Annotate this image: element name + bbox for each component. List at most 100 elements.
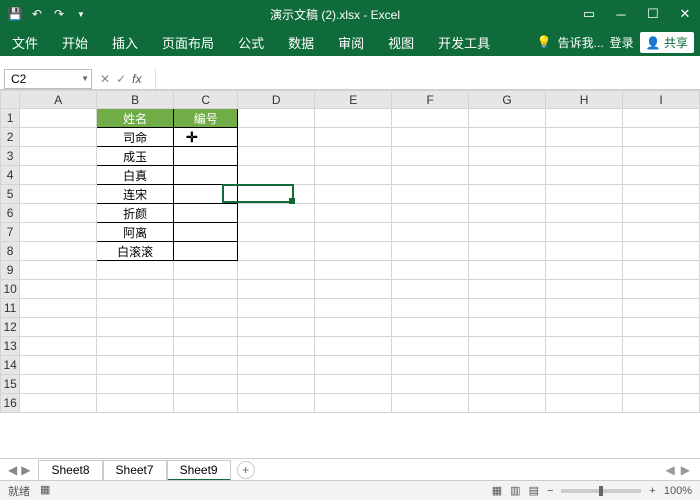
tab-insert[interactable]: 插入 xyxy=(100,28,150,56)
cell-B4[interactable]: 白真 xyxy=(97,166,174,185)
cell-I16[interactable] xyxy=(623,394,700,413)
cell-B14[interactable] xyxy=(97,356,174,375)
view-pagebreak-icon[interactable]: ▤ xyxy=(529,484,539,497)
cell-F11[interactable] xyxy=(392,299,469,318)
cell-F6[interactable] xyxy=(392,204,469,223)
cell-A6[interactable] xyxy=(20,204,97,223)
cell-I4[interactable] xyxy=(623,166,700,185)
cell-F8[interactable] xyxy=(392,242,469,261)
cell-H14[interactable] xyxy=(546,356,623,375)
tab-layout[interactable]: 页面布局 xyxy=(150,28,226,56)
cell-H7[interactable] xyxy=(546,223,623,242)
cell-I9[interactable] xyxy=(623,261,700,280)
hscroll-left-icon[interactable]: ◀ xyxy=(666,463,675,477)
cell-I1[interactable] xyxy=(623,109,700,128)
cell-E12[interactable] xyxy=(315,318,392,337)
cell-I13[interactable] xyxy=(623,337,700,356)
cell-C5[interactable] xyxy=(174,185,238,204)
row-header-11[interactable]: 11 xyxy=(1,299,20,318)
sheet-tab-sheet7[interactable]: Sheet7 xyxy=(103,460,167,481)
cell-A15[interactable] xyxy=(20,375,97,394)
col-header-E[interactable]: E xyxy=(315,91,392,109)
cell-F16[interactable] xyxy=(392,394,469,413)
row-header-14[interactable]: 14 xyxy=(1,356,20,375)
cell-E14[interactable] xyxy=(315,356,392,375)
cell-A16[interactable] xyxy=(20,394,97,413)
cell-C1[interactable]: 编号 xyxy=(174,109,238,128)
cell-A3[interactable] xyxy=(20,147,97,166)
add-sheet-button[interactable]: + xyxy=(237,461,255,479)
cell-I11[interactable] xyxy=(623,299,700,318)
cell-F2[interactable] xyxy=(392,128,469,147)
cell-C12[interactable] xyxy=(174,318,238,337)
cell-I3[interactable] xyxy=(623,147,700,166)
cell-C3[interactable] xyxy=(174,147,238,166)
cell-D4[interactable] xyxy=(238,166,315,185)
col-header-C[interactable]: C xyxy=(174,91,238,109)
cell-G14[interactable] xyxy=(469,356,546,375)
cell-D11[interactable] xyxy=(238,299,315,318)
cell-H1[interactable] xyxy=(546,109,623,128)
hscroll-right-icon[interactable]: ▶ xyxy=(681,463,690,477)
cell-A9[interactable] xyxy=(20,261,97,280)
col-header-I[interactable]: I xyxy=(623,91,700,109)
row-header-1[interactable]: 1 xyxy=(1,109,20,128)
macro-icon[interactable]: ▦ xyxy=(40,483,50,499)
cell-B5[interactable]: 连宋 xyxy=(97,185,174,204)
col-header-F[interactable]: F xyxy=(392,91,469,109)
cell-A13[interactable] xyxy=(20,337,97,356)
save-icon[interactable]: 💾 xyxy=(6,5,24,23)
row-header-10[interactable]: 10 xyxy=(1,280,20,299)
row-header-15[interactable]: 15 xyxy=(1,375,20,394)
tab-file[interactable]: 文件 xyxy=(0,28,50,56)
cell-G16[interactable] xyxy=(469,394,546,413)
cell-D15[interactable] xyxy=(238,375,315,394)
cell-D13[interactable] xyxy=(238,337,315,356)
cell-C11[interactable] xyxy=(174,299,238,318)
cell-C8[interactable] xyxy=(174,242,238,261)
cell-C9[interactable] xyxy=(174,261,238,280)
col-header-A[interactable]: A xyxy=(20,91,97,109)
sheet-nav-next-icon[interactable]: ▶ xyxy=(21,463,30,477)
cell-A14[interactable] xyxy=(20,356,97,375)
view-layout-icon[interactable]: ▥ xyxy=(510,484,520,497)
cell-B1[interactable]: 姓名 xyxy=(97,109,174,128)
cell-F14[interactable] xyxy=(392,356,469,375)
cell-C7[interactable] xyxy=(174,223,238,242)
col-header-D[interactable]: D xyxy=(238,91,315,109)
sheet-nav-prev-icon[interactable]: ◀ xyxy=(8,463,17,477)
cell-D7[interactable] xyxy=(238,223,315,242)
cell-B16[interactable] xyxy=(97,394,174,413)
cell-F9[interactable] xyxy=(392,261,469,280)
cell-I6[interactable] xyxy=(623,204,700,223)
cell-I5[interactable] xyxy=(623,185,700,204)
formula-bar[interactable] xyxy=(155,69,700,89)
cell-F1[interactable] xyxy=(392,109,469,128)
cell-F13[interactable] xyxy=(392,337,469,356)
cell-H11[interactable] xyxy=(546,299,623,318)
cell-E6[interactable] xyxy=(315,204,392,223)
cell-G2[interactable] xyxy=(469,128,546,147)
row-header-3[interactable]: 3 xyxy=(1,147,20,166)
cell-F7[interactable] xyxy=(392,223,469,242)
cell-G11[interactable] xyxy=(469,299,546,318)
cell-H9[interactable] xyxy=(546,261,623,280)
cell-A4[interactable] xyxy=(20,166,97,185)
cell-B10[interactable] xyxy=(97,280,174,299)
row-header-6[interactable]: 6 xyxy=(1,204,20,223)
name-box[interactable]: C2 ▼ xyxy=(4,69,92,89)
cell-A1[interactable] xyxy=(20,109,97,128)
cell-C6[interactable] xyxy=(174,204,238,223)
undo-icon[interactable]: ↶ xyxy=(28,5,46,23)
cell-G3[interactable] xyxy=(469,147,546,166)
redo-icon[interactable]: ↷ xyxy=(50,5,68,23)
cell-I14[interactable] xyxy=(623,356,700,375)
cell-B8[interactable]: 白滚滚 xyxy=(97,242,174,261)
cell-A5[interactable] xyxy=(20,185,97,204)
tell-me[interactable]: 告诉我... xyxy=(558,34,604,51)
cell-G6[interactable] xyxy=(469,204,546,223)
cell-A2[interactable] xyxy=(20,128,97,147)
cell-E15[interactable] xyxy=(315,375,392,394)
tab-view[interactable]: 视图 xyxy=(376,28,426,56)
row-header-13[interactable]: 13 xyxy=(1,337,20,356)
